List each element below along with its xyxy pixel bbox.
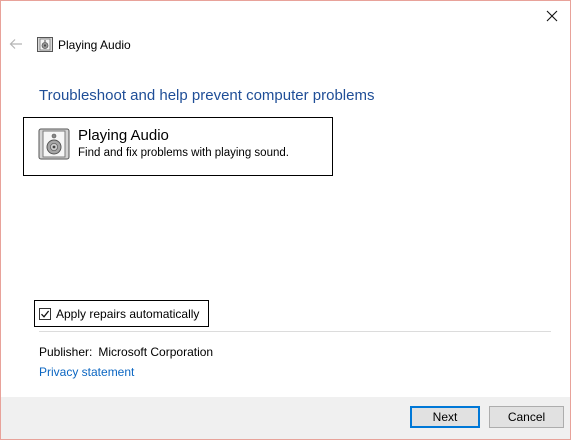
- publisher-info: Publisher: Microsoft Corporation: [39, 345, 213, 359]
- back-arrow-icon: [9, 39, 22, 49]
- item-description: Find and fix problems with playing sound…: [78, 147, 289, 159]
- publisher-label: Publisher:: [39, 345, 93, 359]
- page-heading: Troubleshoot and help prevent computer p…: [39, 87, 375, 104]
- apply-repairs-option[interactable]: Apply repairs automatically: [34, 300, 209, 327]
- apply-repairs-label: Apply repairs automatically: [56, 306, 200, 321]
- publisher-value: Microsoft Corporation: [98, 345, 214, 359]
- close-icon: [546, 10, 557, 21]
- speaker-icon: [37, 37, 53, 52]
- next-button[interactable]: Next: [410, 406, 480, 428]
- apply-repairs-checkbox[interactable]: [39, 307, 51, 320]
- speaker-icon: [38, 128, 70, 160]
- divider: [39, 331, 551, 332]
- back-button[interactable]: [6, 34, 26, 54]
- window-title: Playing Audio: [58, 38, 131, 52]
- cancel-button[interactable]: Cancel: [489, 406, 564, 428]
- footer-bar: Next Cancel: [1, 397, 570, 439]
- troubleshooter-item[interactable]: Playing Audio Find and fix problems with…: [23, 117, 333, 176]
- privacy-statement-link[interactable]: Privacy statement: [39, 365, 134, 379]
- close-button[interactable]: [533, 1, 570, 30]
- item-title: Playing Audio: [78, 127, 169, 144]
- checkmark-icon: [41, 310, 50, 318]
